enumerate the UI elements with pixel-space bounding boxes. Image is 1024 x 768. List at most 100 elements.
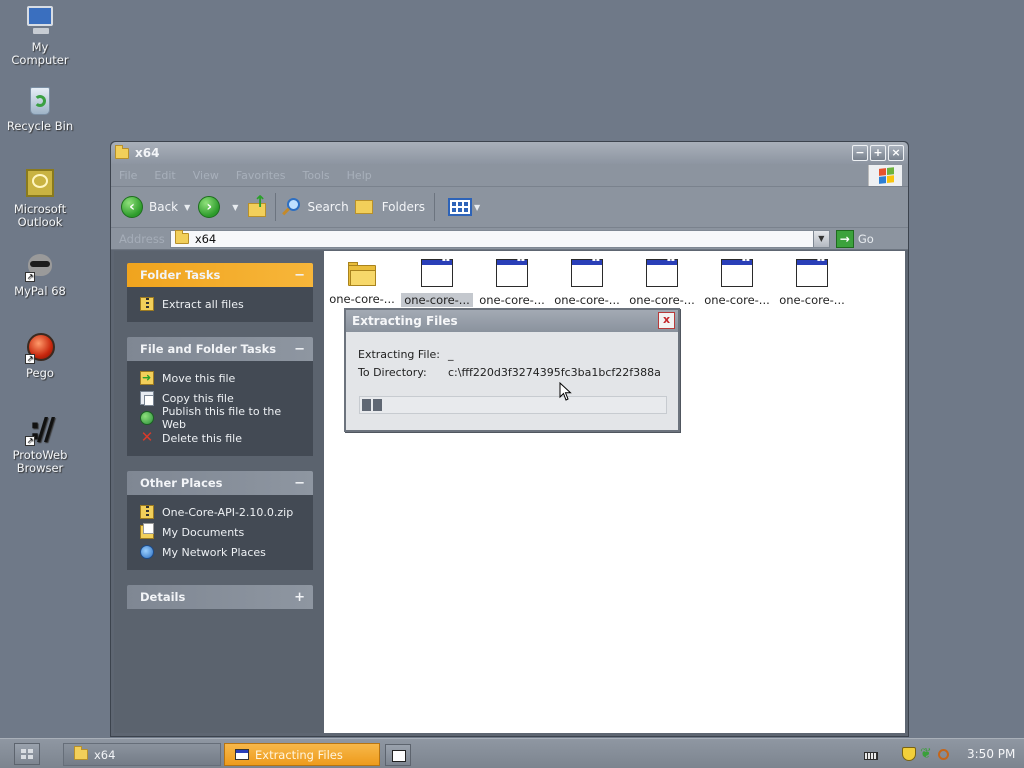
file-item-app[interactable]: one-core-... (476, 256, 548, 307)
desktop-icon-outlook[interactable]: Microsoft Outlook (0, 166, 80, 229)
window-titlebar[interactable]: x64 − + × (111, 142, 908, 164)
desktop-icon-my-computer[interactable]: My Computer (0, 4, 80, 67)
search-tray-icon[interactable] (938, 748, 949, 760)
task-label: Copy this file (162, 391, 234, 405)
mouse-cursor-icon (559, 382, 572, 401)
minimize-button[interactable]: − (852, 145, 868, 161)
task-move-file[interactable]: Move this file (140, 368, 305, 388)
address-bar: Address x64 ▼ → Go (111, 228, 908, 250)
file-folder-tasks-panel: File and Folder Tasks − Move this file C… (127, 337, 313, 456)
shortcut-arrow-icon: ↗ (25, 436, 35, 446)
file-label: one-core-... (329, 292, 395, 306)
leaf-icon[interactable]: ❦ (920, 747, 934, 761)
progress-fill (362, 399, 382, 411)
desktop-icon-label: Microsoft Outlook (13, 202, 67, 229)
file-item-app[interactable]: one-core-... (701, 256, 773, 307)
file-label: one-core-... (629, 293, 695, 307)
menu-tools[interactable]: Tools (303, 169, 330, 182)
desktop-icon-pego[interactable]: ↗ Pego (0, 330, 80, 380)
folders-icon (354, 198, 377, 216)
go-button[interactable]: → Go (835, 229, 874, 248)
close-icon[interactable]: x (658, 312, 675, 329)
collapse-icon[interactable]: − (294, 476, 305, 491)
file-item-app[interactable]: one-core-... (551, 256, 623, 307)
file-label: one-core-... (479, 293, 545, 307)
place-zip-file[interactable]: One-Core-API-2.10.0.zip (140, 502, 305, 522)
window-icon (392, 750, 406, 762)
forward-arrow-icon: › (198, 196, 221, 218)
taskbar-item-extracting[interactable]: Extracting Files (224, 743, 380, 766)
to-directory-value: c:\fff220d3f3274395fc3ba1bcf22f388a (448, 366, 661, 379)
place-network[interactable]: My Network Places (140, 542, 305, 562)
task-publish-web[interactable]: Publish this file to the Web (140, 405, 305, 431)
collapse-icon[interactable]: − (294, 268, 305, 283)
forward-button[interactable]: › (198, 196, 226, 218)
collapse-icon[interactable]: − (294, 342, 305, 357)
back-button[interactable]: ‹ Back (121, 196, 178, 218)
other-places-header[interactable]: Other Places − (127, 471, 313, 495)
dialog-titlebar[interactable]: Extracting Files x (346, 310, 678, 332)
address-field[interactable]: x64 ▼ (169, 229, 830, 248)
file-item-folder[interactable]: one-core-... (326, 259, 398, 306)
other-places-panel: Other Places − One-Core-API-2.10.0.zip M… (127, 471, 313, 570)
taskbar: x64 Extracting Files ❦ 3:50 PM (0, 738, 1024, 768)
show-desktop-button[interactable] (385, 744, 411, 766)
panel-title: Folder Tasks (140, 268, 221, 282)
extracting-file-value: _ (448, 348, 454, 361)
views-icon[interactable] (448, 198, 473, 216)
expand-icon[interactable]: + (294, 590, 305, 605)
file-label: one-core-... (554, 293, 620, 307)
folder-icon (115, 144, 129, 159)
menu-help[interactable]: Help (347, 169, 372, 182)
taskbar-item-x64[interactable]: x64 (63, 743, 221, 766)
desktop-icon-label: MyPal 68 (14, 284, 66, 298)
desktop-icon-protoweb[interactable]: ://↗ ProtoWeb Browser (0, 412, 80, 475)
toolbar-separator (275, 193, 277, 221)
close-button[interactable]: × (888, 145, 904, 161)
folder-tasks-panel: Folder Tasks − Extract all files (127, 263, 313, 322)
file-item-app[interactable]: one-core-... (626, 256, 698, 307)
menu-edit[interactable]: Edit (154, 169, 175, 182)
desktop-icon-recycle-bin[interactable]: Recycle Bin (0, 83, 80, 133)
menu-file[interactable]: File (119, 169, 137, 182)
extracting-file-label: Extracting File: (358, 348, 441, 361)
address-dropdown-icon[interactable]: ▼ (812, 230, 829, 247)
task-delete-file[interactable]: ✕ Delete this file (140, 428, 305, 448)
task-extract-all[interactable]: Extract all files (140, 294, 305, 314)
forward-dropdown-icon[interactable]: ▼ (232, 203, 238, 212)
folder-tasks-header[interactable]: Folder Tasks − (127, 263, 313, 287)
menu-favorites[interactable]: Favorites (236, 169, 286, 182)
task-label: My Documents (162, 525, 245, 539)
task-label: Move this file (162, 371, 236, 385)
panel-title: File and Folder Tasks (140, 342, 277, 356)
views-dropdown-icon[interactable]: ▼ (474, 203, 480, 212)
file-folder-tasks-header[interactable]: File and Folder Tasks − (127, 337, 313, 361)
keyboard-icon[interactable] (864, 751, 878, 760)
desktop-icon-mypal[interactable]: ↗ MyPal 68 (0, 248, 80, 298)
panel-title: Details (140, 590, 186, 604)
copy-file-icon (140, 391, 154, 406)
task-label: Extract all files (162, 297, 244, 311)
file-label: one-core-... (401, 293, 473, 307)
desktop-icon-label: ProtoWeb Browser (12, 448, 68, 475)
security-shield-icon[interactable] (902, 747, 916, 761)
file-item-app[interactable]: one-core-... (401, 256, 473, 307)
task-label: One-Core-API-2.10.0.zip (162, 505, 294, 519)
file-item-app[interactable]: one-core-... (776, 256, 848, 307)
folders-button[interactable]: Folders (354, 198, 425, 216)
search-button[interactable]: Search (281, 197, 349, 217)
folder-icon (74, 746, 88, 760)
details-header[interactable]: Details + (127, 585, 313, 609)
up-folder-icon[interactable]: ↑ (246, 194, 268, 219)
back-dropdown-icon[interactable]: ▼ (184, 203, 190, 212)
start-button[interactable] (14, 743, 40, 765)
clock[interactable]: 3:50 PM (967, 747, 1015, 761)
globe-icon (140, 411, 154, 425)
maximize-button[interactable]: + (870, 145, 886, 161)
panel-body: Extract all files (127, 287, 313, 322)
shortcut-arrow-icon: ↗ (25, 354, 35, 364)
folder-icon (348, 262, 376, 286)
place-my-documents[interactable]: My Documents (140, 522, 305, 542)
file-label: one-core-... (779, 293, 845, 307)
menu-view[interactable]: View (193, 169, 219, 182)
